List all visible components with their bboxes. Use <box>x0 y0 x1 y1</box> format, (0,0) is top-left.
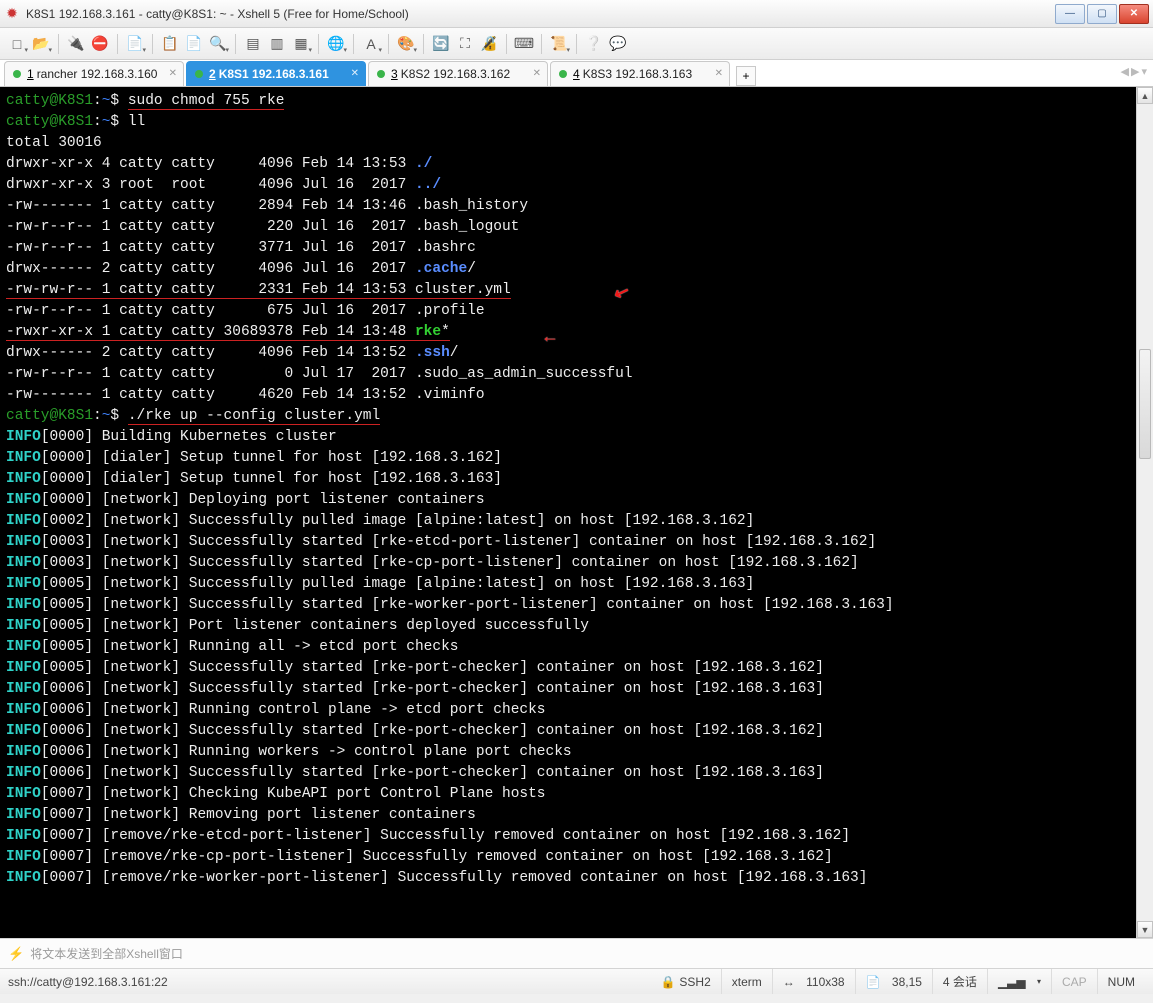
status-dot-icon <box>559 70 567 78</box>
tab-scroll-right-button[interactable]: ▶ <box>1131 65 1139 78</box>
status-protocol: SSH2 <box>679 975 710 989</box>
close-button[interactable]: ✕ <box>1119 4 1149 24</box>
status-cap: CAP <box>1062 975 1087 989</box>
script-button[interactable]: 📜▾ <box>548 33 570 55</box>
session-tab[interactable]: 3 K8S2 192.168.3.162 ✕ <box>368 61 548 86</box>
scroll-track[interactable] <box>1137 104 1153 921</box>
status-dot-icon <box>195 70 203 78</box>
chevron-down-icon[interactable]: ▾ <box>1037 977 1041 986</box>
tab-number: 4 <box>573 67 580 81</box>
font-button[interactable]: A▾ <box>360 33 382 55</box>
status-cursor: 38,15 <box>892 975 922 989</box>
app-icon: ✹ <box>4 6 20 22</box>
open-button[interactable]: 📂▾ <box>30 33 52 55</box>
fullscreen-button[interactable]: ⛶ <box>454 33 476 55</box>
tab-number: 2 <box>209 67 216 81</box>
session-tab[interactable]: 2 K8S1 192.168.3.161 ✕ <box>186 61 366 86</box>
help-button[interactable]: ❔ <box>583 33 605 55</box>
layout-vertical-button[interactable]: ▥ <box>266 33 288 55</box>
status-sessions: 4 会话 <box>943 973 977 990</box>
terminal-scrollbar[interactable]: ▲ ▼ <box>1136 87 1153 938</box>
layout-horizontal-button[interactable]: ▤ <box>242 33 264 55</box>
keyboard-button[interactable]: ⌨ <box>513 33 535 55</box>
tab-scroll-left-button[interactable]: ◀ <box>1121 65 1129 78</box>
transfer-button[interactable]: 🔄 <box>430 33 452 55</box>
compose-bar: ⚡ 将文本发送到全部Xshell窗口 <box>0 938 1153 968</box>
main-toolbar: □▾ 📂▾ 🔌 ⛔ 📄▾ 📋 📄 🔍▾ ▤ ▥ ▦▾ 🌐▾ A▾ 🎨▾ 🔄 ⛶ … <box>0 28 1153 60</box>
tab-close-button[interactable]: ✕ <box>533 68 541 79</box>
lock-button[interactable]: 🔏 <box>478 33 500 55</box>
tab-label: K8S2 192.168.3.162 <box>401 67 510 81</box>
scroll-up-button[interactable]: ▲ <box>1137 87 1153 104</box>
status-bar: ssh://catty@192.168.3.161:22 🔒 SSH2 xterm… <box>0 968 1153 994</box>
signal-icon: ▁▃▅ <box>998 975 1026 989</box>
copy-button[interactable]: 📋 <box>159 33 181 55</box>
status-dot-icon <box>377 70 385 78</box>
new-tab-button[interactable]: + <box>736 66 756 86</box>
layout-grid-button[interactable]: ▦▾ <box>290 33 312 55</box>
scroll-thumb[interactable] <box>1139 349 1151 459</box>
reconnect-button[interactable]: 🔌 <box>65 33 87 55</box>
tab-close-button[interactable]: ✕ <box>169 68 177 79</box>
about-button[interactable]: 💬 <box>607 33 629 55</box>
tab-label: rancher 192.168.3.160 <box>37 67 158 81</box>
tab-menu-button[interactable]: ▾ <box>1141 65 1147 78</box>
tab-label: K8S1 192.168.3.161 <box>219 67 329 81</box>
cursor-icon: 📄 <box>866 975 881 989</box>
status-size: 110x38 <box>806 975 844 989</box>
color-scheme-button[interactable]: 🎨▾ <box>395 33 417 55</box>
status-dot-icon <box>13 70 21 78</box>
broadcast-icon: ⚡ <box>8 946 24 962</box>
tab-number: 1 <box>27 67 34 81</box>
annotation-arrow-icon: ← <box>541 326 559 347</box>
session-tab-bar: 1 rancher 192.168.3.160✕2 K8S1 192.168.3… <box>0 60 1153 87</box>
status-uri: ssh://catty@192.168.3.161:22 <box>8 975 168 989</box>
tab-close-button[interactable]: ✕ <box>351 68 359 79</box>
session-tab[interactable]: 4 K8S3 192.168.3.163 ✕ <box>550 61 730 86</box>
scroll-down-button[interactable]: ▼ <box>1137 921 1153 938</box>
maximize-button[interactable]: ▢ <box>1087 4 1117 24</box>
status-num: NUM <box>1108 975 1135 989</box>
session-tab[interactable]: 1 rancher 192.168.3.160 ✕ <box>4 61 184 86</box>
encoding-button[interactable]: 🌐▾ <box>325 33 347 55</box>
properties-button[interactable]: 📄▾ <box>124 33 146 55</box>
resize-icon: ↔ <box>783 975 795 989</box>
lock-icon: 🔒 <box>660 975 675 989</box>
compose-input[interactable]: 将文本发送到全部Xshell窗口 <box>30 945 183 962</box>
status-term: xterm <box>732 975 762 989</box>
tab-label: K8S3 192.168.3.163 <box>583 67 692 81</box>
disconnect-button[interactable]: ⛔ <box>89 33 111 55</box>
new-session-button[interactable]: □▾ <box>6 33 28 55</box>
window-titlebar: ✹ K8S1 192.168.3.161 - catty@K8S1: ~ - X… <box>0 0 1153 28</box>
find-button[interactable]: 🔍▾ <box>207 33 229 55</box>
window-title: K8S1 192.168.3.161 - catty@K8S1: ~ - Xsh… <box>26 7 1055 21</box>
minimize-button[interactable]: — <box>1055 4 1085 24</box>
terminal-pane[interactable]: catty@K8S1:~$ sudo chmod 755 rkecatty@K8… <box>0 87 1153 938</box>
tab-number: 3 <box>391 67 398 81</box>
paste-button[interactable]: 📄 <box>183 33 205 55</box>
tab-close-button[interactable]: ✕ <box>715 68 723 79</box>
